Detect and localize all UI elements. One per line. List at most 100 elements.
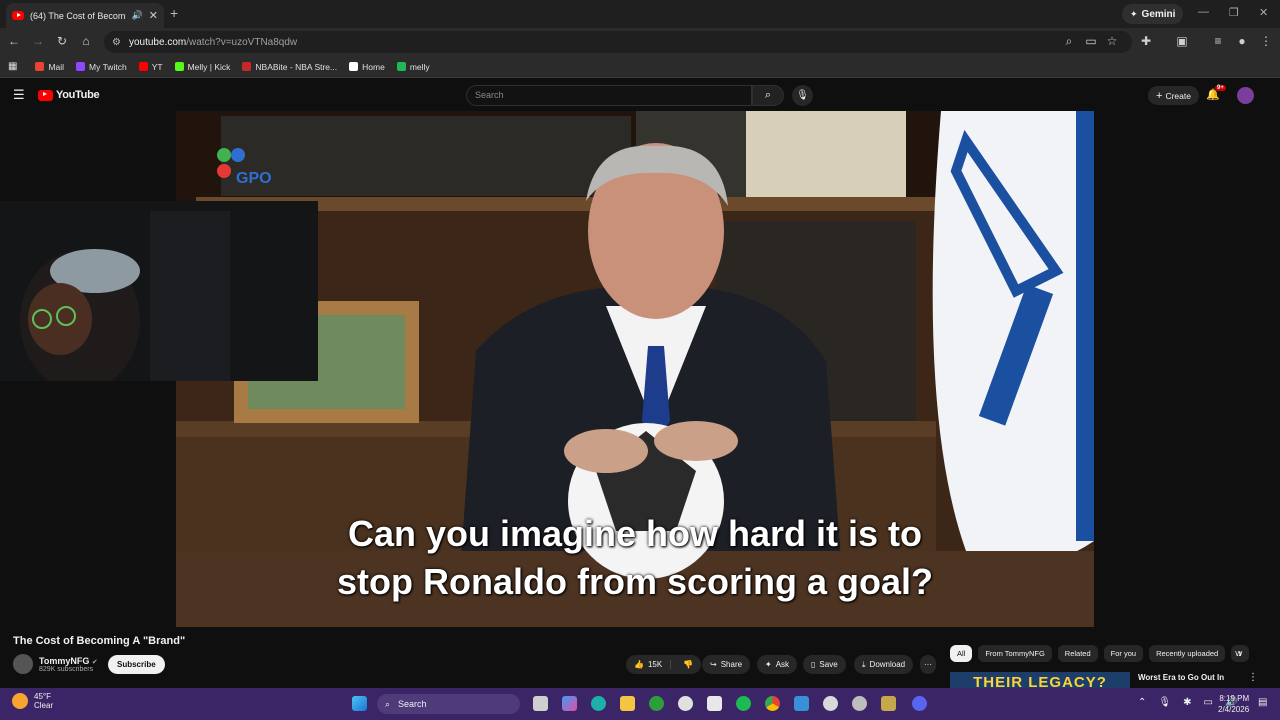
bookmark-melly[interactable]: melly	[396, 62, 430, 72]
bookmark-nbabite[interactable]: NBABite - NBA Stre...	[242, 62, 337, 72]
minimize-icon[interactable]: —	[1198, 6, 1209, 18]
search-icon: ⌕	[385, 698, 391, 709]
notification-center-icon[interactable]: ▤	[1258, 697, 1267, 708]
profile-icon[interactable]: ●	[1234, 34, 1250, 48]
task-view-icon[interactable]	[533, 696, 548, 711]
subscriber-count: 829K subscribers	[39, 665, 94, 673]
share-label: Share	[720, 660, 743, 669]
subscribe-button[interactable]: Subscribe	[108, 655, 165, 674]
network-icon[interactable]: ▭	[1203, 697, 1212, 708]
dislike-button[interactable]: 👎	[675, 660, 701, 669]
melly-icon	[396, 62, 406, 71]
new-tab-button[interactable]: +	[170, 5, 178, 21]
youtube-favicon-icon	[12, 11, 24, 20]
youtube-logo[interactable]: YouTube	[38, 89, 100, 101]
mail-icon	[35, 62, 45, 71]
voice-search-button[interactable]: 🎙	[792, 85, 813, 106]
forward-icon[interactable]: →	[30, 34, 46, 48]
channel-name-text: TommyNFG	[39, 655, 90, 666]
copilot-icon[interactable]	[562, 696, 577, 711]
site-info-icon[interactable]: ⚙	[112, 37, 121, 48]
chevron-right-icon[interactable]: ›	[1238, 646, 1242, 660]
chrome-icon[interactable]	[765, 696, 780, 711]
menu-dots-icon[interactable]: ⋮	[1258, 34, 1274, 48]
store-icon[interactable]	[707, 696, 722, 711]
channel-avatar[interactable]	[13, 654, 33, 674]
bookmark-yt[interactable]: YT	[138, 62, 163, 72]
hamburger-menu-icon[interactable]: ☰	[13, 87, 25, 103]
reading-list-icon[interactable]: ≡	[1210, 34, 1226, 48]
photos-icon[interactable]	[794, 696, 809, 711]
like-button[interactable]: 👍 15K	[626, 660, 672, 669]
browser-tab[interactable]: (64) The Cost of Becoming 🔊 ✕	[6, 3, 164, 28]
bookmark-label: Home	[362, 61, 385, 72]
edge-icon[interactable]	[591, 696, 606, 711]
chip-related[interactable]: Related	[1057, 645, 1098, 662]
windows-start-icon[interactable]	[352, 696, 367, 711]
apps-grid-icon[interactable]: ▦	[8, 61, 17, 72]
channel-info[interactable]: TommyNFG ✔ 829K subscribers	[13, 653, 98, 675]
tray-chevron-icon[interactable]: ⌃	[1138, 697, 1146, 708]
chatgpt-icon[interactable]	[678, 696, 693, 711]
cast-icon[interactable]: ▭	[1083, 34, 1099, 48]
chip-from-channel[interactable]: From TommyNFG	[978, 645, 1052, 662]
download-button[interactable]: ⤓ Download	[854, 655, 914, 674]
sparkle-icon: ✦	[765, 660, 772, 669]
browser-toolbar: ← → ↻ ⌂ ⚙ youtube.com/watch?v=uzoVTNa8qd…	[0, 28, 1280, 56]
account-avatar[interactable]	[1237, 87, 1254, 104]
recommendation-menu-icon[interactable]: ⋮	[1248, 672, 1258, 683]
gemini-button[interactable]: ✦ Gemini	[1122, 4, 1184, 24]
more-actions-button[interactable]: ···	[920, 655, 936, 674]
recommendation-title[interactable]: Worst Era to Go Out In	[1138, 673, 1224, 682]
discord-icon[interactable]	[912, 696, 927, 711]
taskbar-clock[interactable]: 8:19 PM 2/4/2026	[1218, 693, 1249, 715]
microphone-tray-icon[interactable]: 🎙	[1158, 697, 1171, 708]
xbox-icon[interactable]	[649, 696, 664, 711]
zoom-icon[interactable]: ⌕	[1061, 34, 1077, 49]
url-text: youtube.com/watch?v=uzoVTNa8qdw	[129, 37, 297, 48]
weather-widget[interactable]: 45°F Clear	[12, 692, 53, 710]
create-button[interactable]: + Create	[1148, 86, 1199, 105]
media-player-icon[interactable]	[823, 696, 838, 711]
bluetooth-icon[interactable]: ✱	[1183, 697, 1191, 708]
address-bar[interactable]: ⚙ youtube.com/watch?v=uzoVTNa8qdw	[104, 31, 1132, 53]
like-dislike-group: 👍 15K 👎	[626, 655, 702, 674]
save-button[interactable]: ▯ Save	[803, 655, 846, 674]
share-button[interactable]: ↪ Share	[702, 655, 751, 674]
caption-line-2: stop Ronaldo from scoring a goal?	[336, 561, 934, 602]
app-icon[interactable]	[852, 696, 867, 711]
restore-icon[interactable]: ❐	[1229, 6, 1239, 19]
bookmark-label: Melly | Kick	[187, 61, 231, 72]
search-button[interactable]: ⌕	[752, 85, 784, 106]
twitch-icon	[76, 62, 86, 71]
close-tab-icon[interactable]: ✕	[149, 9, 158, 22]
bookmark-home[interactable]: Home	[349, 62, 385, 72]
sidebar-icon[interactable]: ▣	[1174, 34, 1190, 48]
url-path: /watch?v=uzoVTNa8qdw	[186, 36, 298, 48]
x-logo-icon	[349, 62, 359, 71]
chip-recently-uploaded[interactable]: Recently uploaded	[1149, 645, 1226, 662]
extensions-icon[interactable]: ✚	[1138, 34, 1154, 48]
chip-all[interactable]: All	[950, 645, 973, 662]
bookmark-my-twitch[interactable]: My Twitch	[76, 62, 127, 72]
file-explorer-icon[interactable]	[620, 696, 635, 711]
ask-button[interactable]: ✦ Ask	[757, 655, 798, 674]
obs-icon[interactable]	[881, 696, 896, 711]
spotify-icon[interactable]	[736, 696, 751, 711]
search-input[interactable]: Search	[466, 85, 752, 106]
speaker-icon[interactable]: 🔊	[132, 10, 143, 21]
chip-for-you[interactable]: For you	[1103, 645, 1144, 662]
save-label: Save	[819, 660, 838, 669]
home-icon[interactable]: ⌂	[78, 34, 94, 48]
bookmark-star-icon[interactable]: ☆	[1104, 34, 1120, 48]
taskbar-search[interactable]: ⌕ Search	[377, 694, 520, 714]
browser-tab-bar: (64) The Cost of Becoming 🔊 ✕ + ✦ Gemini…	[0, 0, 1280, 28]
bookmark-kick[interactable]: Melly | Kick	[174, 61, 231, 72]
temperature: 45°F	[34, 692, 51, 701]
close-window-icon[interactable]: ✕	[1259, 6, 1268, 19]
channel-name[interactable]: TommyNFG ✔	[39, 656, 98, 666]
back-icon[interactable]: ←	[6, 34, 22, 48]
bookmark-mail[interactable]: Mail	[35, 62, 64, 72]
thumbs-up-icon: 👍	[634, 660, 644, 669]
reload-icon[interactable]: ↻	[54, 34, 70, 48]
